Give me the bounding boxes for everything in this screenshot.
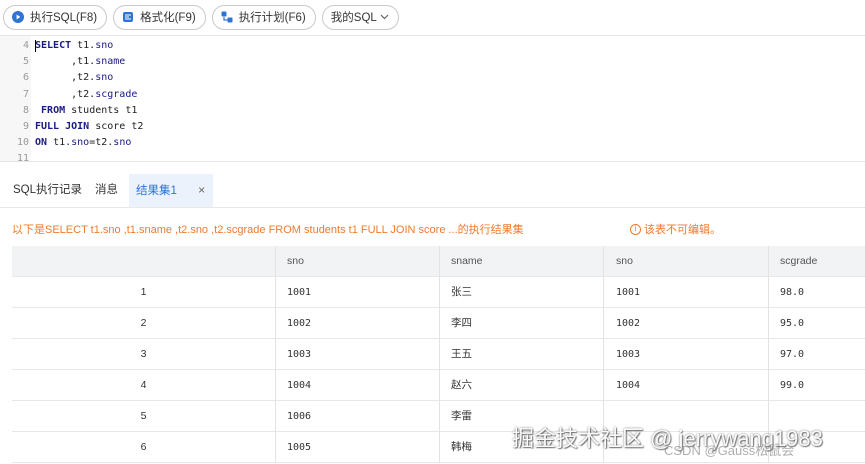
sql-keyword: SELECT (35, 40, 72, 51)
code-text: ,t2.sno (35, 70, 113, 86)
sql-identifier: sno (95, 72, 114, 84)
play-circle-icon (12, 11, 24, 23)
run-sql-label: 执行SQL(F8) (30, 12, 98, 24)
column-header[interactable]: sno (287, 246, 304, 277)
sql-identifier: sno (113, 137, 132, 149)
row-number-cell[interactable]: 3 (12, 339, 275, 370)
execution-plan-icon (221, 11, 233, 23)
format-button[interactable]: 格式化(F9) (113, 4, 206, 30)
row-number-cell[interactable]: 2 (12, 308, 275, 339)
line-number: 6 (22, 72, 29, 84)
text-cursor (35, 40, 36, 52)
sql-identifier: sno (95, 40, 114, 51)
code-text: ON t1.sno=t2.sno (35, 135, 131, 151)
table-cell[interactable]: 1003 (616, 339, 640, 370)
chevron-down-icon (380, 12, 389, 23)
sql-text: t1. (71, 40, 96, 51)
table-cell[interactable]: 1006 (287, 401, 311, 432)
row-number-cell[interactable]: 1 (12, 277, 275, 308)
run-sql-button[interactable]: 执行SQL(F8) (3, 4, 108, 30)
code-text: FROM students t1 (35, 103, 137, 119)
code-text: SELECT t1.sno (35, 38, 113, 54)
table-row[interactable]: 4 1004 赵六 1004 99.0 (12, 370, 865, 401)
sql-text: ,t2. (35, 72, 96, 84)
row-number-cell[interactable]: 6 (12, 432, 275, 463)
sql-keyword: FROM (41, 104, 66, 116)
code-text: ,t2.scgrade (35, 87, 137, 103)
table-cell[interactable]: 韩梅 (451, 432, 472, 463)
close-icon[interactable]: × (198, 183, 205, 197)
execution-plan-button[interactable]: 执行计划(F6) (211, 4, 316, 30)
watermark-csdn: CSDN @Gauss松鼠会 (664, 443, 795, 458)
table-cell[interactable]: 95.0 (780, 308, 804, 339)
row-number-cell[interactable]: 5 (12, 401, 275, 432)
my-sql-dropdown[interactable]: 我的SQL (321, 4, 399, 30)
line-number: 9 (22, 121, 29, 132)
format-label: 格式化(F9) (140, 12, 196, 24)
grid-header-row: sno sname sno scgrade (12, 246, 865, 277)
table-cell[interactable]: 赵六 (451, 370, 472, 401)
table-row[interactable]: 2 1002 李四 1002 95.0 (12, 308, 865, 339)
table-cell[interactable]: 1002 (616, 308, 640, 339)
code-text: ,t1.sname (35, 54, 125, 70)
table-row[interactable]: 1 1001 张三 1001 98.0 (12, 277, 865, 308)
line-number: 4 (22, 40, 29, 51)
column-header[interactable] (12, 246, 275, 277)
table-cell[interactable]: 1005 (287, 432, 311, 463)
sql-editor[interactable]: 4 SELECT t1.sno 5 ,t1.sname 6 ,t2.sno 7 ,t2.… (0, 35, 865, 162)
sql-identifier: sname (95, 56, 126, 68)
table-cell[interactable]: 李雷 (451, 401, 472, 432)
table-cell[interactable]: 1004 (287, 370, 311, 401)
sql-text: t1. (47, 137, 72, 149)
table-cell[interactable]: 李四 (451, 308, 472, 339)
line-number: 5 (22, 56, 29, 68)
readonly-warning: i 该表不可编辑。 (630, 221, 721, 237)
column-header[interactable]: sname (451, 246, 483, 277)
tab-result-set-1-label: 结果集1 (136, 185, 177, 197)
sql-identifier: sno (71, 137, 90, 149)
table-cell[interactable]: 1001 (287, 277, 311, 308)
sql-identifier: scgrade (95, 88, 138, 100)
column-header[interactable]: scgrade (780, 246, 817, 277)
sql-text: students t1 (65, 104, 138, 116)
sql-text: ,t1. (35, 56, 96, 68)
tab-sql-history[interactable]: SQL执行记录 (7, 174, 88, 207)
tab-result-set-1[interactable]: 结果集1 × (129, 174, 214, 207)
table-cell[interactable]: 99.0 (780, 370, 804, 401)
code-text: FULL JOIN score t2 (35, 119, 143, 135)
sql-text: =t2. (89, 137, 114, 149)
my-sql-label: 我的SQL (330, 12, 377, 24)
table-cell[interactable]: 1001 (616, 277, 640, 308)
tab-messages-label: 消息 (95, 184, 118, 196)
column-header[interactable]: sno (616, 246, 633, 277)
table-cell[interactable]: 98.0 (780, 277, 804, 308)
line-number: 8 (22, 104, 29, 116)
info-circle-icon: i (630, 223, 641, 235)
table-cell[interactable]: 1004 (616, 370, 640, 401)
line-number: 7 (22, 88, 29, 100)
table-row[interactable]: 3 1003 王五 1003 97.0 (12, 339, 865, 370)
tab-sql-history-label: SQL执行记录 (13, 184, 83, 196)
result-tabs: SQL执行记录 消息 结果集1 × (0, 174, 865, 208)
row-number-cell[interactable]: 4 (12, 370, 275, 401)
sql-keyword: FULL JOIN (35, 121, 90, 132)
line-number: 11 (16, 153, 29, 162)
sql-keyword: ON (35, 137, 48, 149)
sql-text: score t2 (89, 121, 144, 132)
table-cell[interactable]: 张三 (451, 277, 472, 308)
table-cell[interactable]: 1003 (287, 339, 311, 370)
table-cell[interactable]: 王五 (451, 339, 472, 370)
format-icon (122, 11, 134, 23)
sql-text: ,t2. (35, 88, 96, 100)
result-info-text: 以下是SELECT t1.sno ,t1.sname ,t2.sno ,t2.s… (12, 224, 524, 236)
tab-messages[interactable]: 消息 (89, 174, 124, 207)
table-cell[interactable]: 97.0 (780, 339, 804, 370)
table-cell[interactable]: 1002 (287, 308, 311, 339)
toolbar: 执行SQL(F8) 格式化(F9) 执行计划(F6) 我的SQL (0, 0, 865, 34)
execution-plan-label: 执行计划(F6) (238, 12, 306, 24)
readonly-warning-text: 该表不可编辑。 (644, 224, 721, 236)
line-number: 10 (16, 137, 29, 149)
